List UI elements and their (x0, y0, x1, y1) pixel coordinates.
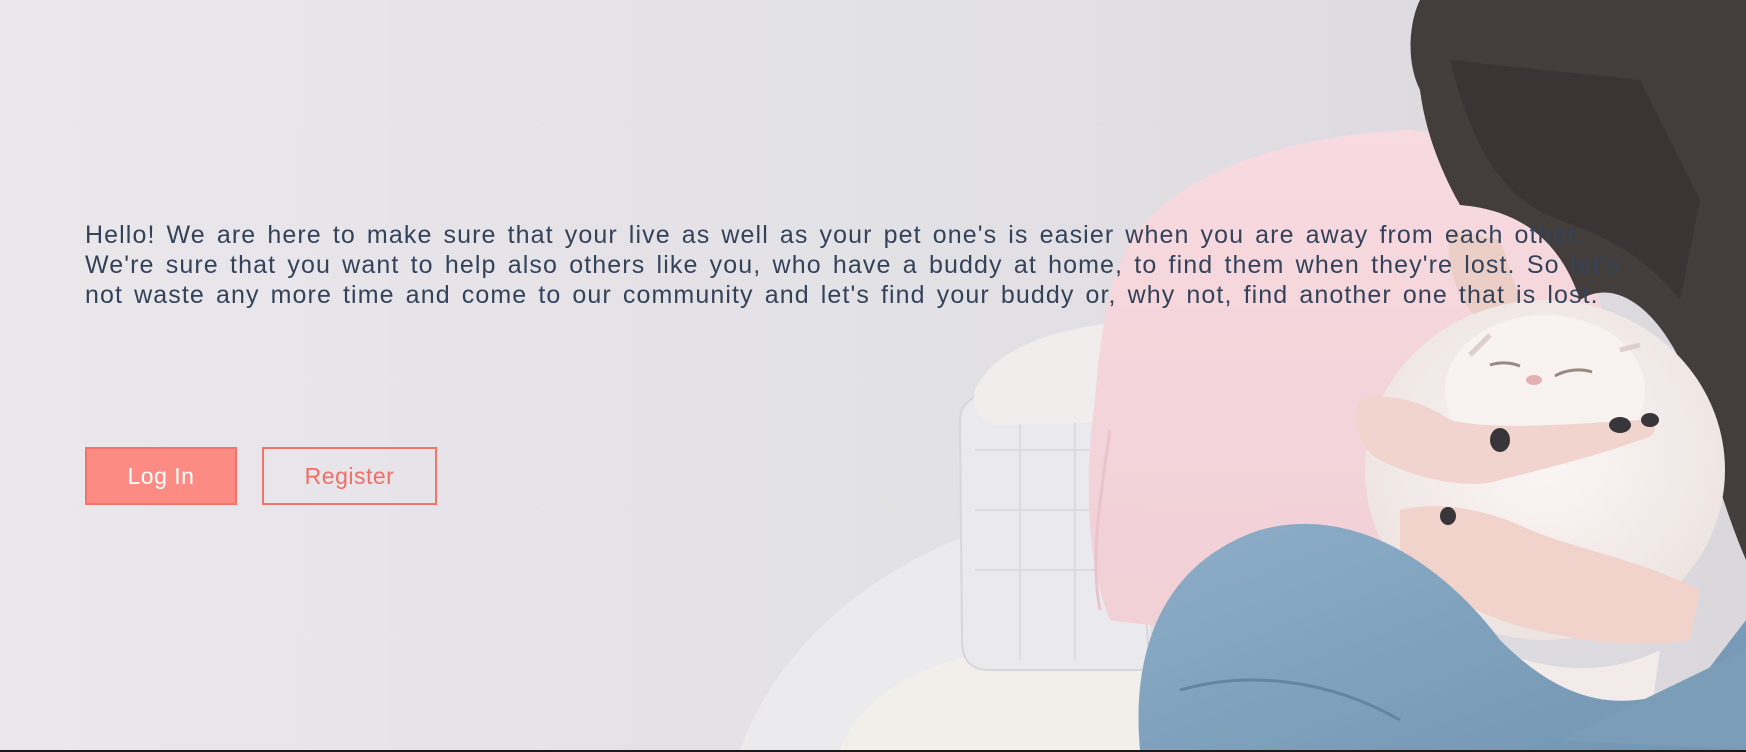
login-button[interactable]: Log In (85, 447, 237, 505)
intro-text: Hello! We are here to make sure that you… (85, 220, 1620, 310)
intro-paragraph-1: Hello! We are here to make sure that you… (85, 221, 1584, 249)
woman-holding-cat-photo (0, 0, 1746, 750)
hero-section: Hello! We are here to make sure that you… (0, 0, 1746, 750)
register-button[interactable]: Register (262, 447, 437, 505)
intro-paragraph-2: We're sure that you want to help also ot… (85, 251, 1620, 309)
